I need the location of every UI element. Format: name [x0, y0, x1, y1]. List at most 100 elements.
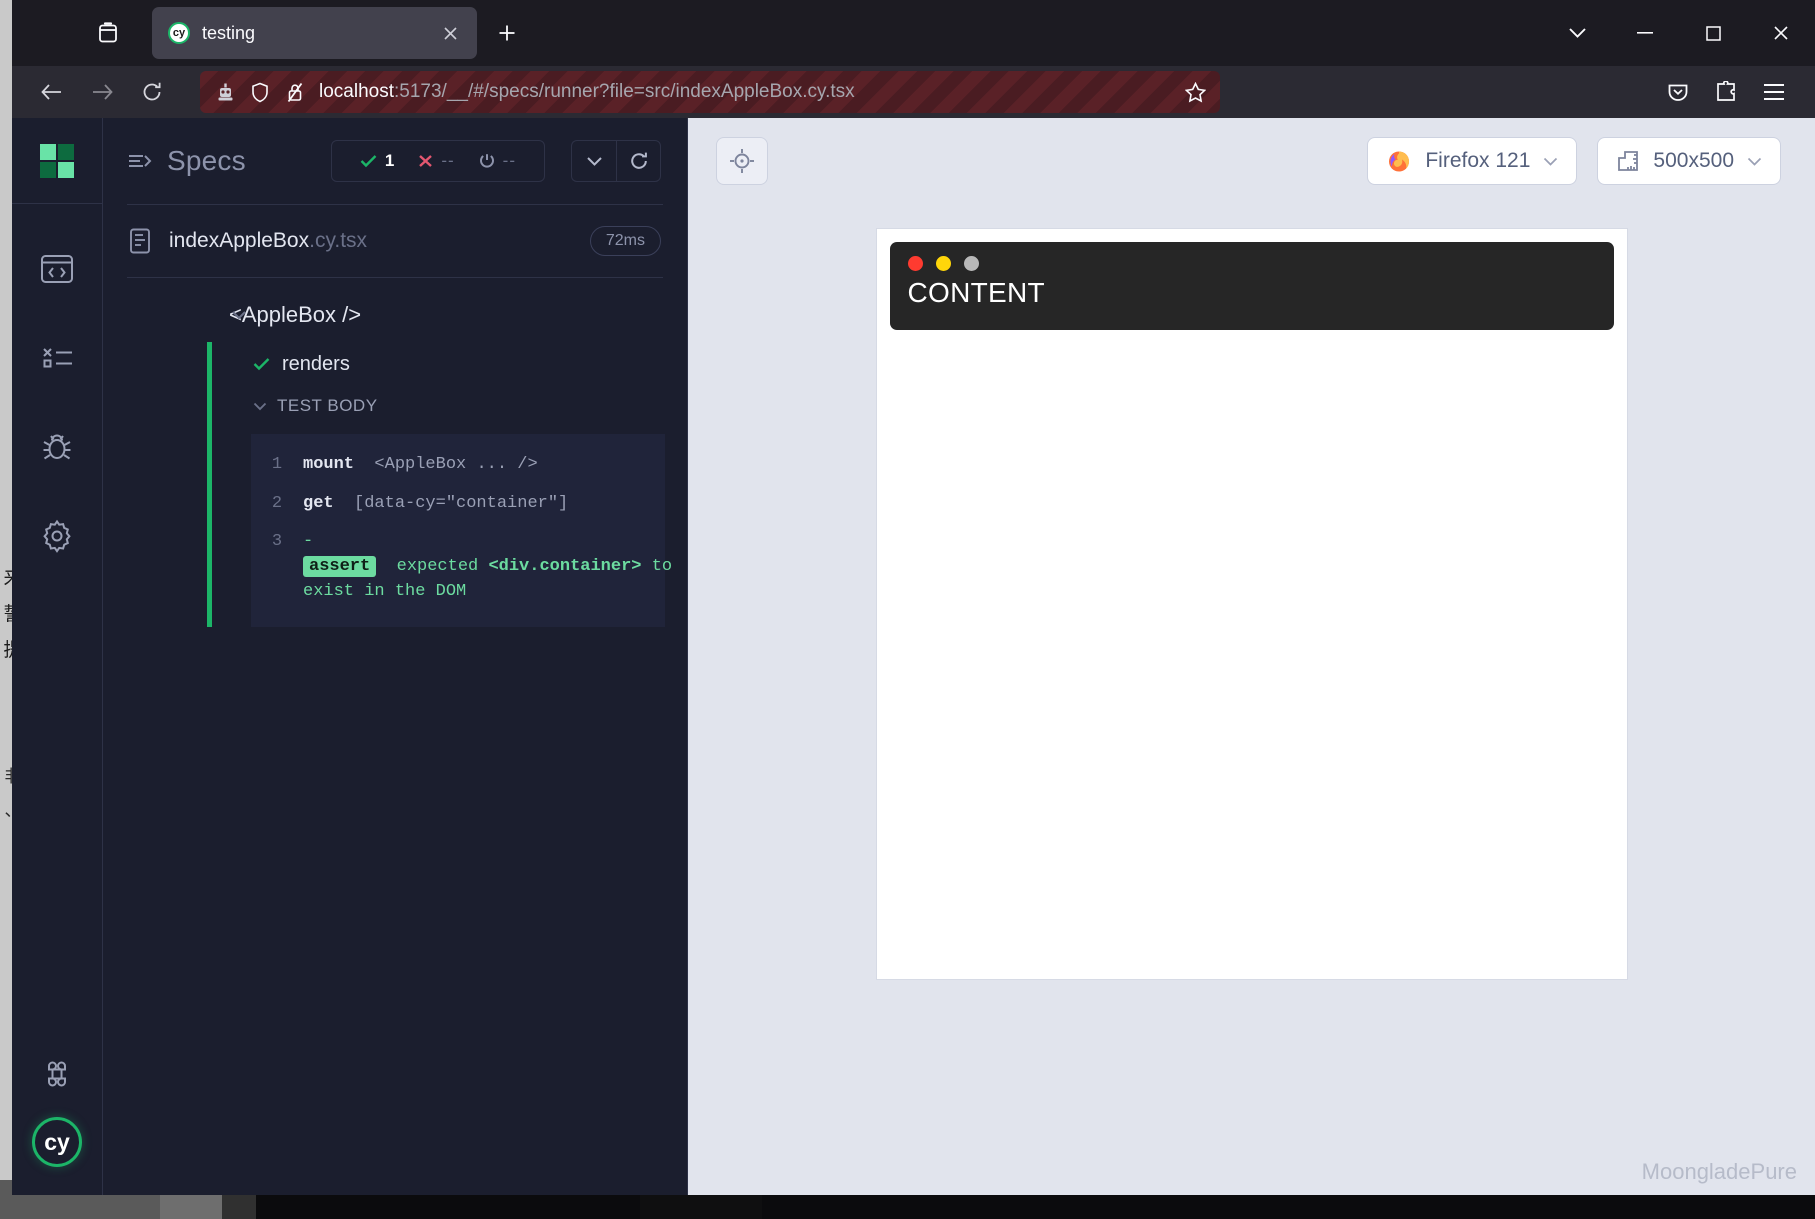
navigation-toolbar: localhost:5173/__/#/specs/runner?file=sr… — [12, 66, 1815, 118]
browser-toolbar-right — [1655, 72, 1797, 112]
tab-strip: cy testing — [12, 0, 1815, 66]
window-close-icon[interactable] — [1747, 0, 1815, 66]
url-bar[interactable]: localhost:5173/__/#/specs/runner?file=sr… — [200, 71, 1220, 113]
browser-selector-button[interactable]: Firefox 121 — [1367, 137, 1577, 185]
shield-icon[interactable] — [249, 80, 271, 104]
browser-selector-label: Firefox 121 — [1425, 149, 1530, 173]
pending-icon — [479, 153, 495, 169]
chevron-down-icon[interactable] — [1543, 157, 1558, 166]
preview-toolbar-right: Firefox 121 500x5 — [1367, 137, 1781, 185]
robot-icon — [214, 80, 236, 104]
page-title: Specs — [167, 145, 246, 177]
test-body-toggle[interactable]: TEST BODY — [103, 386, 687, 426]
dot-gray — [964, 256, 979, 271]
test-tree: <AppleBox /> renders TEST BOD — [103, 278, 687, 627]
keyboard-command-icon[interactable] — [42, 1059, 72, 1089]
watermark: MoongladePure — [1642, 1159, 1797, 1185]
url-text: localhost:5173/__/#/specs/runner?file=sr… — [319, 81, 855, 103]
tab-title: testing — [202, 23, 425, 44]
pocket-icon[interactable] — [1655, 72, 1701, 112]
command-log-entry[interactable]: 2 get [data-cy="container"] — [251, 485, 665, 524]
specs-header-icon — [127, 151, 153, 171]
test-status-accent — [207, 342, 212, 627]
specs-panel: Specs 1 -- — [103, 118, 688, 1195]
test-stats: 1 -- -- — [331, 140, 545, 182]
minimize-icon[interactable] — [1611, 0, 1679, 66]
command-log: 1 mount <AppleBox ... /> 2 get [data-cy=… — [251, 434, 665, 627]
check-icon — [253, 357, 270, 371]
chevron-down-icon[interactable] — [231, 310, 247, 320]
extensions-icon[interactable] — [1703, 72, 1749, 112]
sidebar-item-debug[interactable] — [12, 410, 103, 483]
cypress-badge[interactable]: cy — [32, 1117, 82, 1167]
test-block: renders TEST BODY 1 mount <AppleBox ... … — [103, 342, 687, 627]
command-number: 3 — [251, 530, 303, 604]
preview-toolbar: Firefox 121 500x5 — [688, 118, 1815, 204]
dot-red — [908, 256, 923, 271]
chevron-down-icon[interactable] — [1543, 0, 1611, 66]
sidebar-item-specs[interactable] — [12, 321, 103, 394]
test-body-label: TEST BODY — [277, 396, 378, 416]
firefox-view-icon[interactable] — [86, 11, 130, 55]
command-text: -assert expected <div.container> to exis… — [303, 530, 672, 604]
close-icon[interactable] — [437, 20, 463, 46]
command-text: get [data-cy="container"] — [303, 492, 568, 517]
cypress-favicon: cy — [168, 22, 190, 44]
sidebar-item-settings[interactable] — [12, 499, 103, 572]
x-icon — [418, 154, 433, 168]
arrow-left-icon[interactable] — [30, 73, 74, 111]
spec-file-name: indexAppleBox.cy.tsx — [169, 229, 367, 253]
chevron-down-icon[interactable] — [1747, 157, 1762, 166]
cypress-sidebar: cy — [12, 118, 103, 1195]
lock-slash-icon[interactable] — [284, 80, 306, 104]
ruler-icon — [1616, 149, 1640, 173]
test-row[interactable]: renders — [103, 342, 687, 386]
refresh-icon[interactable] — [616, 140, 661, 182]
spec-duration-badge: 72ms — [590, 226, 661, 256]
app-preview-frame[interactable]: CONTENT — [877, 229, 1627, 979]
command-log-entry[interactable]: 3 -assert expected <div.container> to ex… — [251, 523, 665, 611]
hamburger-menu-icon[interactable] — [1751, 72, 1797, 112]
crosshair-target-icon[interactable] — [716, 137, 768, 185]
stat-pending: -- — [467, 151, 528, 171]
window-controls — [1543, 0, 1815, 66]
star-icon[interactable] — [1180, 77, 1210, 107]
sidebar-item-component-testing[interactable] — [12, 232, 103, 305]
stat-failed: -- — [406, 151, 466, 171]
suite-title: <AppleBox /> — [229, 302, 361, 328]
command-number: 1 — [251, 453, 303, 478]
cypress-app: cy Specs 1 — [12, 118, 1815, 1195]
suite-row[interactable]: <AppleBox /> — [103, 292, 687, 338]
chevron-down-icon[interactable] — [571, 140, 616, 182]
content-container: CONTENT — [890, 242, 1614, 330]
sidebar-bottom: cy — [12, 1059, 102, 1195]
dot-yellow — [936, 256, 951, 271]
command-number: 2 — [251, 492, 303, 517]
viewport-size-button[interactable]: 500x500 — [1597, 137, 1781, 185]
stat-pending-value: -- — [503, 151, 516, 171]
test-name: renders — [282, 353, 350, 376]
traffic-light-dots — [908, 256, 1596, 271]
preview-panel: Firefox 121 500x5 — [688, 118, 1815, 1195]
browser-window: cy testing — [12, 0, 1815, 1195]
stat-passed: 1 — [348, 151, 406, 171]
chevron-down-icon[interactable] — [253, 402, 267, 411]
assert-badge: assert — [303, 556, 376, 577]
preview-stage: CONTENT — [688, 204, 1815, 1195]
cypress-logo-icon[interactable] — [12, 118, 102, 204]
browser-tab[interactable]: cy testing — [152, 7, 477, 59]
firefox-logo-icon — [1386, 148, 1412, 174]
stat-failed-value: -- — [441, 151, 454, 171]
file-icon — [129, 228, 151, 254]
arrow-right-icon[interactable] — [80, 73, 124, 111]
specs-header: Specs 1 -- — [103, 118, 687, 204]
command-log-entry[interactable]: 1 mount <AppleBox ... /> — [251, 446, 665, 485]
stat-passed-value: 1 — [385, 151, 394, 171]
maximize-icon[interactable] — [1679, 0, 1747, 66]
plus-icon[interactable] — [487, 13, 527, 53]
spec-file-row[interactable]: indexAppleBox.cy.tsx 72ms — [103, 205, 687, 277]
check-icon — [360, 154, 377, 168]
reload-icon[interactable] — [130, 73, 174, 111]
command-text: mount <AppleBox ... /> — [303, 453, 538, 478]
content-label: CONTENT — [908, 277, 1596, 309]
